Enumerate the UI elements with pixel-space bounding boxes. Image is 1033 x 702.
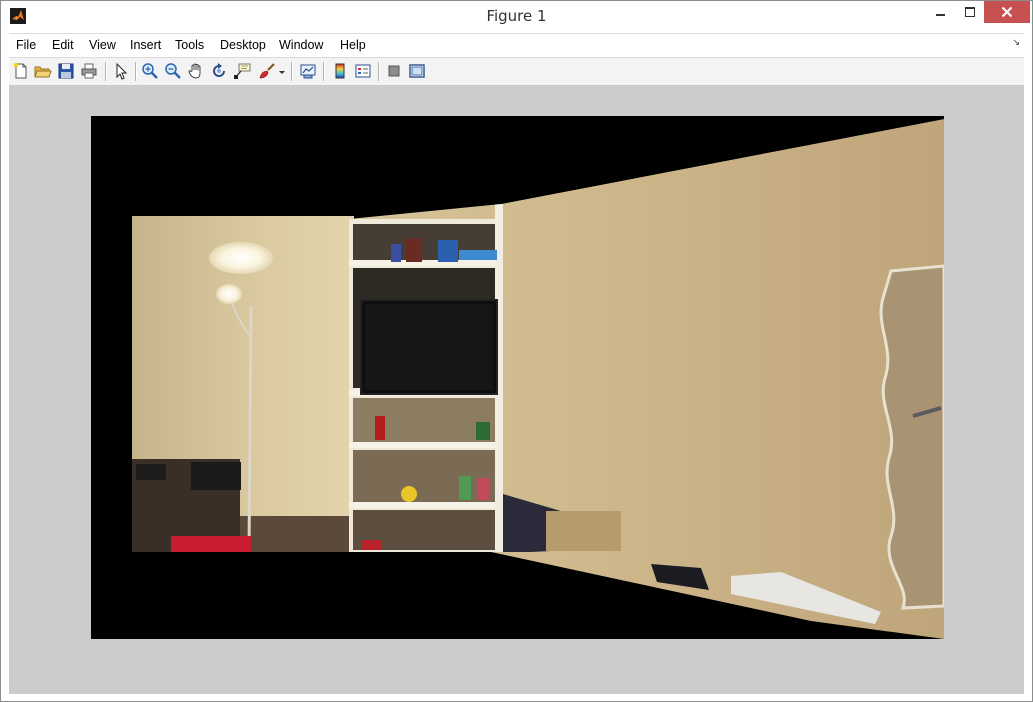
minimize-button[interactable] — [923, 1, 957, 23]
toolbar-separator — [105, 62, 106, 81]
brush-icon — [259, 63, 275, 79]
maximize-button[interactable] — [953, 1, 987, 23]
rotate-3d-icon — [213, 63, 225, 77]
menu-tools[interactable]: Tools — [175, 38, 204, 52]
window-title: Figure 1 — [486, 7, 547, 25]
toolbar-separator — [378, 62, 379, 81]
axes-image[interactable] — [91, 116, 946, 639]
print-button[interactable] — [80, 62, 98, 80]
menu-file[interactable]: File — [16, 38, 36, 52]
pan-button[interactable] — [187, 62, 205, 80]
menu-window[interactable]: Window — [279, 38, 323, 52]
rotate-3d-button[interactable] — [210, 62, 228, 80]
insert-colorbar-icon — [335, 63, 345, 79]
title-bar: Figure 1 — [1, 1, 1032, 32]
new-figure-icon — [13, 62, 27, 79]
open-file-icon — [34, 66, 52, 78]
link-plot-icon — [300, 64, 316, 79]
chevron-down-icon — [279, 71, 285, 74]
menu-edit[interactable]: Edit — [52, 38, 74, 52]
open-file-button[interactable] — [34, 62, 52, 80]
insert-colorbar-button[interactable] — [331, 62, 349, 80]
insert-legend-button[interactable] — [354, 62, 372, 80]
zoom-in-icon — [142, 63, 158, 79]
menu-desktop[interactable]: Desktop — [220, 38, 266, 52]
print-icon — [81, 63, 97, 79]
menu-view[interactable]: View — [89, 38, 116, 52]
maximize-icon — [965, 7, 975, 17]
edit-plot-button[interactable] — [112, 62, 130, 80]
pan-hand-icon — [188, 63, 201, 79]
insert-legend-icon — [355, 64, 371, 78]
zoom-out-button[interactable] — [164, 62, 182, 80]
figure-window: Figure 1 File Edit View Insert Tools Des… — [0, 0, 1033, 702]
menu-bar: File Edit View Insert Tools Desktop Wind… — [9, 33, 1024, 57]
panorama-image — [91, 116, 946, 639]
figure-toolbar — [9, 57, 1024, 86]
toolbar-separator — [291, 62, 292, 81]
close-button[interactable] — [984, 1, 1030, 23]
menu-insert[interactable]: Insert — [130, 38, 161, 52]
link-plot-button[interactable] — [299, 62, 317, 80]
dock-arrow-icon[interactable]: ↘ — [1012, 38, 1020, 48]
hide-plot-tools-button[interactable] — [385, 62, 403, 80]
new-figure-button[interactable] — [12, 62, 30, 80]
zoom-out-icon — [165, 63, 181, 79]
zoom-in-button[interactable] — [141, 62, 159, 80]
brush-dropdown-button[interactable] — [278, 62, 286, 80]
show-plot-tools-button[interactable] — [408, 62, 426, 80]
show-plot-tools-icon — [409, 64, 425, 78]
toolbar-separator — [323, 62, 324, 81]
save-button[interactable] — [57, 62, 75, 80]
edit-plot-arrow-icon — [116, 62, 128, 80]
toolbar-separator — [135, 62, 136, 81]
brush-button[interactable] — [258, 62, 276, 80]
hide-plot-tools-icon — [388, 65, 400, 77]
save-icon — [58, 63, 74, 79]
close-icon — [1001, 6, 1013, 18]
minimize-icon — [935, 14, 945, 16]
data-cursor-icon — [234, 63, 251, 79]
data-cursor-button[interactable] — [233, 62, 251, 80]
menu-help[interactable]: Help — [340, 38, 366, 52]
